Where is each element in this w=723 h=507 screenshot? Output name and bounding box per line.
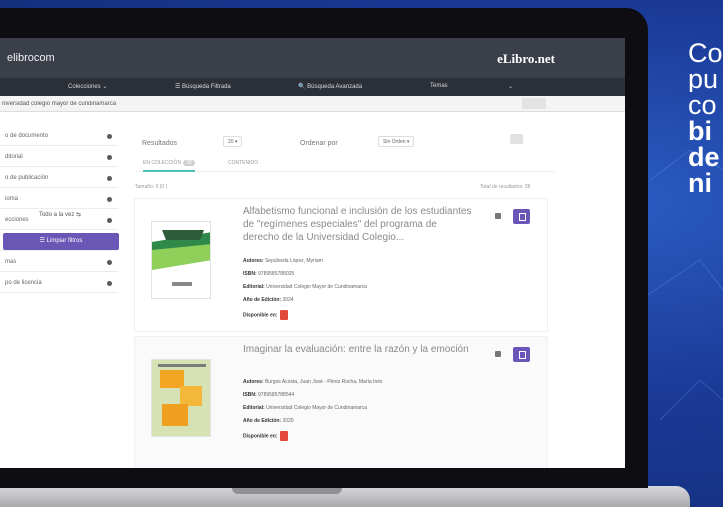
- result-card: Alfabetismo funcional e inclusión de los…: [134, 198, 548, 332]
- promo-text: Co pu co bi de ni: [688, 40, 723, 196]
- nav-item-advanced-search[interactable]: 🔍 Búsqueda Avanzada: [298, 83, 362, 90]
- total-results: Total de resultados: 28: [480, 184, 531, 190]
- isbn-value: 9789585788544: [258, 392, 295, 398]
- year-value: 2020: [282, 418, 294, 424]
- book-cover[interactable]: [151, 221, 211, 299]
- promo-line: co: [688, 92, 717, 118]
- filter-topics[interactable]: mas: [0, 254, 118, 272]
- book-availability: Disponible en:: [243, 310, 289, 320]
- chevron-down-icon: [107, 134, 112, 139]
- promo-line: de: [688, 144, 720, 170]
- search-button[interactable]: [522, 98, 546, 109]
- filter-label: po de licencia: [5, 280, 42, 286]
- book-year: Año de Edición: 2020: [243, 418, 294, 424]
- tab-content[interactable]: CONTENIDO: [228, 160, 258, 166]
- isbn-label: ISBN:: [243, 392, 257, 398]
- pdf-icon[interactable]: [280, 310, 289, 320]
- book-title[interactable]: Alfabetismo funcional e inclusión de los…: [243, 205, 475, 245]
- chevron-down-icon: [107, 260, 112, 265]
- authors-label: Autores:: [243, 379, 264, 385]
- brand-logo[interactable]: eLibro.net: [497, 51, 555, 67]
- page-size-info: Tamaño: 0 (0 ): [135, 184, 168, 190]
- publisher-value[interactable]: Universidad Colegio Mayor de Cundinamarc…: [266, 284, 367, 290]
- order-select[interactable]: Sin Orden ▾: [378, 136, 415, 147]
- isbn-label: ISBN:: [243, 271, 257, 277]
- filter-label: ioma: [5, 196, 19, 202]
- chevron-down-icon: [107, 218, 112, 223]
- laptop-screen: elibrocom eLibro.net Colecciones ⌄ ☰ Bús…: [0, 38, 625, 468]
- book-isbn: ISBN: 9789585788544: [243, 392, 294, 398]
- isbn-value: 9789585788025: [258, 271, 295, 277]
- promo-line: pu: [688, 66, 719, 92]
- book-isbn: ISBN: 9789585788025: [243, 271, 294, 277]
- tab-collection[interactable]: EN COLECCIÓN 28: [143, 160, 195, 172]
- list-view-icon[interactable]: [528, 134, 541, 144]
- pdf-icon[interactable]: [280, 431, 289, 441]
- top-bar: elibrocom eLibro.net: [0, 38, 625, 78]
- promo-line: bi: [688, 118, 712, 144]
- available-label: Disponible en:: [243, 312, 278, 319]
- chevron-down-icon: [107, 197, 112, 202]
- filter-license-type[interactable]: po de licencia: [0, 275, 118, 293]
- filter-document-type[interactable]: o de documento: [0, 128, 118, 146]
- chevron-down-icon: [107, 281, 112, 286]
- authors-label: Autores:: [243, 258, 264, 264]
- search-input[interactable]: [2, 98, 512, 109]
- lock-icon: [495, 351, 501, 357]
- book-publisher: Editorial: Universidad Colegio Mayor de …: [243, 405, 367, 411]
- promo-line: ni: [688, 170, 712, 196]
- laptop-bezel: elibrocom eLibro.net Colecciones ⌄ ☰ Bús…: [0, 8, 648, 488]
- nav-item-collections[interactable]: Colecciones ⌄: [68, 83, 107, 90]
- results-tabs: EN COLECCIÓN 28 CONTENIDO: [135, 158, 555, 172]
- book-cover-image: [152, 222, 210, 298]
- filter-language[interactable]: ioma: [0, 191, 118, 209]
- book-title[interactable]: Imaginar la evaluación: entre la razón y…: [243, 343, 475, 383]
- nav-item-topics[interactable]: Temas: [430, 83, 448, 89]
- filter-publication-year[interactable]: o de publicación: [0, 170, 118, 188]
- year-label: Año de Edición:: [243, 297, 282, 303]
- lock-icon: [495, 213, 501, 219]
- nav-item-filtered-search[interactable]: ☰ Búsqueda Filtrada: [175, 83, 231, 90]
- clear-filters-button[interactable]: ☰ Limpiar filtros: [3, 233, 119, 250]
- year-value: 2024: [282, 297, 294, 303]
- book-year: Año de Edición: 2024: [243, 297, 294, 303]
- filter-label: o de documento: [5, 133, 49, 139]
- nav-item-more[interactable]: ⌄: [508, 83, 513, 90]
- filter-label: mas: [5, 259, 17, 265]
- show-all-link[interactable]: Todo a la vez ⇆: [10, 211, 110, 218]
- chevron-down-icon: [107, 155, 112, 160]
- results-label: Resultados: [142, 140, 178, 147]
- filter-publisher[interactable]: ditorial: [0, 149, 118, 167]
- publisher-label: Editorial:: [243, 405, 265, 411]
- authors-value[interactable]: Sepúlveda López, Myriam: [265, 258, 323, 264]
- chevron-down-icon: [107, 176, 112, 181]
- authors-value[interactable]: Burgos Acosta, Juan José - Pérez Rocha, …: [265, 379, 383, 385]
- book-publisher: Editorial: Universidad Colegio Mayor de …: [243, 284, 367, 290]
- save-to-shelf-button[interactable]: [513, 209, 530, 224]
- search-bar: [0, 96, 625, 112]
- book-cover[interactable]: [151, 359, 211, 437]
- filter-label: ditorial: [5, 154, 23, 160]
- result-card: Imaginar la evaluación: entre la razón y…: [134, 336, 548, 468]
- publisher-label: Editorial:: [243, 284, 265, 290]
- grid-view-icon[interactable]: [510, 134, 523, 144]
- laptop-base: [0, 486, 690, 507]
- year-label: Año de Edición:: [243, 418, 282, 424]
- brand-left[interactable]: elibrocom: [7, 52, 55, 64]
- available-label: Disponible en:: [243, 433, 278, 440]
- tab-label: EN COLECCIÓN: [143, 160, 182, 166]
- book-authors: Autores: Burgos Acosta, Juan José - Pére…: [243, 379, 383, 385]
- publisher-value[interactable]: Universidad Colegio Mayor de Cundinamarc…: [266, 405, 367, 411]
- order-label: Ordenar por: [300, 140, 338, 147]
- book-cover-image: [152, 360, 210, 436]
- book-authors: Autores: Sepúlveda López, Myriam: [243, 258, 323, 264]
- count-badge: 28: [183, 160, 195, 166]
- results-toolbar: Resultados 20 ▾ Ordenar por Sin Orden ▾: [135, 130, 555, 160]
- save-to-shelf-button[interactable]: [513, 347, 530, 362]
- promo-line: Co: [688, 40, 723, 66]
- filter-label: o de publicación: [5, 175, 49, 181]
- per-page-select[interactable]: 20 ▾: [223, 136, 243, 147]
- nav-bar: Colecciones ⌄ ☰ Búsqueda Filtrada 🔍 Búsq…: [0, 78, 625, 96]
- book-availability: Disponible en:: [243, 431, 289, 441]
